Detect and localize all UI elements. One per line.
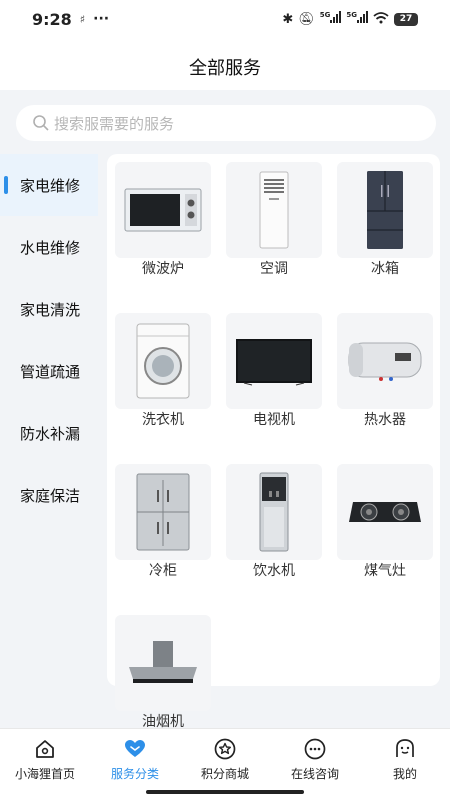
service-label: 洗衣机 [142,412,184,428]
microwave-icon [115,162,211,258]
page-title-bar: 全部服务 [0,44,450,90]
freezer-icon [115,464,211,560]
heart-icon [125,740,145,757]
sidebar-item-label: 防水补漏 [20,424,81,443]
sidebar-item-label: 家电维修 [20,176,81,195]
service-item-microwave[interactable]: 微波炉 [115,162,211,276]
service-label: 热水器 [364,412,406,428]
service-panel: 微波炉 空调 冰箱 洗衣机 电视机 热水器 冷柜 饮水机 煤气灶 油烟机 [107,154,440,729]
service-item-freezer[interactable]: 冷柜 [115,464,211,578]
service-item-water-dispenser[interactable]: 饮水机 [226,464,322,578]
tab-label: 积分商城 [200,767,249,781]
tab-label: 在线咨询 [290,767,339,781]
service-label: 冰箱 [371,261,399,277]
service-item-washing-machine[interactable]: 洗衣机 [115,313,211,427]
tab-label: 我的 [392,767,417,781]
refrigerator-icon [337,162,433,258]
service-label: 微波炉 [142,261,184,277]
water-dispenser-icon [226,464,322,560]
sidebar-item-appliance-cleaning[interactable]: 家电清洗 [0,278,98,340]
television-icon [226,313,322,409]
sidebar-item-appliance-repair[interactable]: 家电维修 [0,154,98,216]
category-sidebar: 家电维修 水电维修 家电清洗 管道疏通 防水补漏 家庭保洁 [0,154,98,526]
service-item-refrigerator[interactable]: 冰箱 [337,162,433,276]
sidebar-item-label: 家庭保洁 [20,486,81,505]
tab-home[interactable]: 小海狸首页 [0,729,90,790]
status-bar: 9:28 ♯ ··· ✱ 🔕︎ 5G 5G 27 [0,0,450,38]
bluetooth-icon: ✱ [282,11,294,27]
home-icon [36,740,54,758]
service-label: 空调 [260,261,288,277]
search-placeholder: 搜索服需要的服务 [54,114,175,133]
signal-1-icon: 5G [320,11,342,27]
sidebar-item-pipe-dredging[interactable]: 管道疏通 [0,340,98,402]
battery-icon: 27 [394,12,418,26]
mute-icon: 🔕︎ [298,11,315,27]
status-time: 9:28 [32,9,72,29]
air-conditioner-icon [226,162,322,258]
sidebar-item-label: 水电维修 [20,238,81,257]
home-indicator[interactable] [146,790,304,794]
tab-label: 小海狸首页 [14,767,75,781]
service-label: 煤气灶 [364,563,406,579]
service-item-range-hood[interactable]: 油烟机 [115,615,211,729]
notification-icon: ♯ [79,12,86,26]
service-grid: 微波炉 空调 冰箱 洗衣机 电视机 热水器 冷柜 饮水机 煤气灶 油烟机 [115,162,433,729]
wifi-icon [373,11,389,28]
tab-online-consult[interactable]: 在线咨询 [270,729,360,790]
gas-stove-icon [337,464,433,560]
range-hood-icon [115,615,211,711]
sidebar-item-label: 家电清洗 [20,300,81,319]
sidebar-item-label: 管道疏通 [20,362,81,381]
service-label: 冷柜 [149,563,177,579]
page-title: 全部服务 [189,58,261,79]
signal-2-icon: 5G [346,11,368,27]
more-dots-icon: ··· [93,11,110,27]
search-icon [33,115,49,131]
service-item-gas-stove[interactable]: 煤气灶 [337,464,433,578]
service-item-air-conditioner[interactable]: 空调 [226,162,322,276]
content-area: 搜索服需要的服务 家电维修 水电维修 家电清洗 管道疏通 防水补漏 家庭保洁 微… [0,90,450,729]
service-item-water-heater[interactable]: 热水器 [337,313,433,427]
water-heater-icon [337,313,433,409]
washing-machine-icon [115,313,211,409]
service-label: 饮水机 [253,563,295,579]
bottom-tab-bar: 小海狸首页 服务分类 积分商城 在线咨询 我的 [0,728,450,790]
sidebar-item-waterproofing[interactable]: 防水补漏 [0,402,98,464]
service-item-television[interactable]: 电视机 [226,313,322,427]
tab-service-category[interactable]: 服务分类 [90,729,180,790]
sidebar-item-plumbing-electrical[interactable]: 水电维修 [0,216,98,278]
chat-icon [304,738,326,760]
search-input[interactable]: 搜索服需要的服务 [16,105,436,141]
tab-profile[interactable]: 我的 [360,729,450,790]
tab-label: 服务分类 [110,767,159,781]
tab-points-mall[interactable]: 积分商城 [180,729,270,790]
profile-icon [396,739,414,757]
service-label: 电视机 [253,412,295,428]
sidebar-item-housekeeping[interactable]: 家庭保洁 [0,464,98,526]
service-label: 油烟机 [142,714,184,730]
star-badge-icon [214,738,236,760]
